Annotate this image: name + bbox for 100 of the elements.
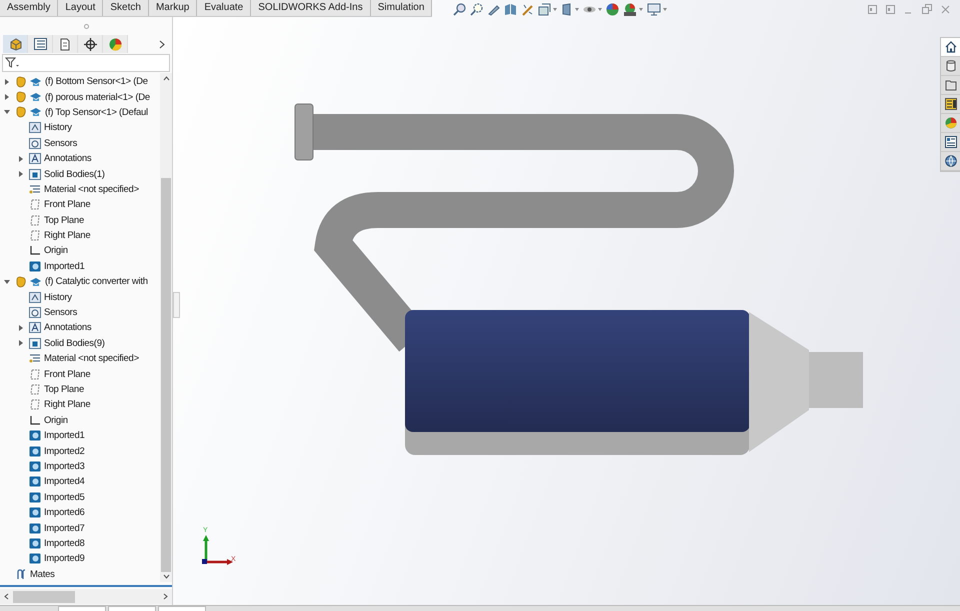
crosshair-icon <box>84 38 96 50</box>
tree-item[interactable]: (f) Bottom Sensor<1> (De <box>45 76 148 88</box>
tree-item[interactable]: Origin <box>44 414 68 426</box>
tree-item[interactable]: Imported2 <box>44 446 85 457</box>
magnifier-icon[interactable] <box>470 3 483 16</box>
configuration-tab[interactable] <box>53 35 78 53</box>
tree-item[interactable]: Imported9 <box>44 553 85 564</box>
tree-item[interactable]: Imported5 <box>44 492 85 503</box>
tree-item[interactable]: Imported6 <box>44 507 85 518</box>
tree-item[interactable]: Solid Bodies(1) <box>44 168 105 180</box>
expand-arrow-icon[interactable] <box>18 156 24 162</box>
solid-body-icon <box>29 492 41 503</box>
caret-icon[interactable] <box>575 8 579 11</box>
chevron-right-icon[interactable] <box>159 40 165 48</box>
display-tab[interactable] <box>103 35 128 53</box>
feature-tree-tab[interactable] <box>3 35 28 53</box>
view-palette-tab[interactable] <box>941 95 960 114</box>
monitor-icon[interactable] <box>647 3 661 16</box>
collapse-arrow-icon[interactable] <box>4 109 10 116</box>
scrollbar-thumb[interactable] <box>161 178 171 572</box>
tile-left-icon[interactable] <box>868 4 877 14</box>
tree-item[interactable]: History <box>44 292 72 303</box>
file-explorer-tab[interactable] <box>941 76 960 95</box>
tree-item[interactable]: (f) porous material<1> (De <box>45 92 150 103</box>
caret-icon[interactable] <box>553 8 557 11</box>
tree-item[interactable]: Imported1 <box>44 260 85 272</box>
expand-arrow-icon[interactable] <box>18 171 24 178</box>
tree-item[interactable]: (f) Catalytic converter with <box>45 276 148 288</box>
plane-icon <box>29 399 41 410</box>
tree-item[interactable]: Front Plane <box>44 199 90 210</box>
sensor-icon <box>29 307 41 318</box>
appearances-tab[interactable] <box>941 114 960 133</box>
dimxpert-tab[interactable] <box>78 35 103 53</box>
tree-item[interactable]: Imported4 <box>44 476 85 488</box>
scrollbar-thumb[interactable] <box>13 590 75 602</box>
scroll-down-icon[interactable] <box>162 574 170 579</box>
tile-right-icon[interactable] <box>886 4 895 14</box>
scroll-right-icon[interactable] <box>163 593 168 600</box>
tree-item[interactable]: Sensors <box>44 307 78 318</box>
expand-arrow-icon[interactable] <box>4 78 10 85</box>
appearance-icon[interactable] <box>606 3 619 16</box>
cap-icon <box>29 276 42 288</box>
palette-icon <box>944 98 956 110</box>
tree-item[interactable]: History <box>44 122 72 134</box>
tree-item[interactable]: Origin <box>44 245 68 256</box>
home-tab[interactable] <box>941 38 960 57</box>
filter-field[interactable] <box>2 54 170 72</box>
scroll-up-icon[interactable] <box>162 76 170 81</box>
plane-icon <box>29 230 41 242</box>
magnifier-icon[interactable] <box>453 3 466 16</box>
cylinder-icon <box>944 60 956 72</box>
cap-icon <box>29 76 42 88</box>
expand-arrow-icon[interactable] <box>18 340 24 346</box>
annotation-icon <box>29 322 41 334</box>
book-icon[interactable] <box>504 3 517 16</box>
origin-icon <box>29 245 41 256</box>
solid-body-icon <box>29 260 41 272</box>
caret-icon[interactable] <box>598 8 602 11</box>
list-icon <box>34 38 46 50</box>
expand-arrow-icon[interactable] <box>4 94 10 100</box>
tree-item[interactable]: Imported1 <box>44 430 85 442</box>
tree-item[interactable]: Mates <box>30 568 55 580</box>
horizontal-scrollbar[interactable] <box>0 589 172 604</box>
tree-item[interactable]: Imported8 <box>44 538 85 549</box>
box-icon[interactable] <box>538 3 551 16</box>
tree-item[interactable]: Material <not specified> <box>44 184 139 195</box>
caret-icon[interactable] <box>663 8 667 11</box>
plane-icon <box>29 199 41 210</box>
grip-icon[interactable] <box>84 24 88 28</box>
tree-item[interactable]: Sensors <box>44 138 78 149</box>
scene-icon[interactable] <box>623 3 637 16</box>
scroll-left-icon[interactable] <box>4 593 9 600</box>
forum-tab[interactable] <box>941 152 960 171</box>
expand-arrow-icon[interactable] <box>18 324 24 331</box>
tree-item[interactable]: Annotations <box>44 153 92 164</box>
properties-tab[interactable] <box>941 133 960 152</box>
vertical-scrollbar[interactable] <box>160 73 172 582</box>
tree-item[interactable]: Front Plane <box>44 368 90 380</box>
tree-item[interactable]: Solid Bodies(9) <box>44 338 105 349</box>
solid-body-icon <box>29 522 41 534</box>
tree-item[interactable]: Imported3 <box>44 460 85 472</box>
globe-icon <box>944 155 956 167</box>
property-tab[interactable] <box>28 35 53 53</box>
tree-item[interactable]: (f) Top Sensor<1> (Defaul <box>45 106 148 118</box>
home-icon <box>944 41 956 53</box>
history-icon <box>29 122 41 134</box>
folder-icon <box>29 338 41 349</box>
tree-item[interactable]: Imported7 <box>44 522 85 534</box>
collapse-arrow-icon[interactable] <box>4 278 10 285</box>
tree-item[interactable]: Right Plane <box>44 230 90 242</box>
tree-item[interactable]: Material <not specified> <box>44 353 139 364</box>
tree-item[interactable]: Annotations <box>44 322 92 334</box>
pencil-icon[interactable] <box>487 3 500 16</box>
caret-icon[interactable] <box>639 8 643 11</box>
tree-item[interactable]: Right Plane <box>44 399 90 410</box>
tree-item[interactable]: Top Plane <box>44 384 84 395</box>
library-tab[interactable] <box>941 57 960 76</box>
plane-icon <box>29 368 41 380</box>
solid-body-icon <box>29 446 41 457</box>
tree-item[interactable]: Top Plane <box>44 214 84 226</box>
